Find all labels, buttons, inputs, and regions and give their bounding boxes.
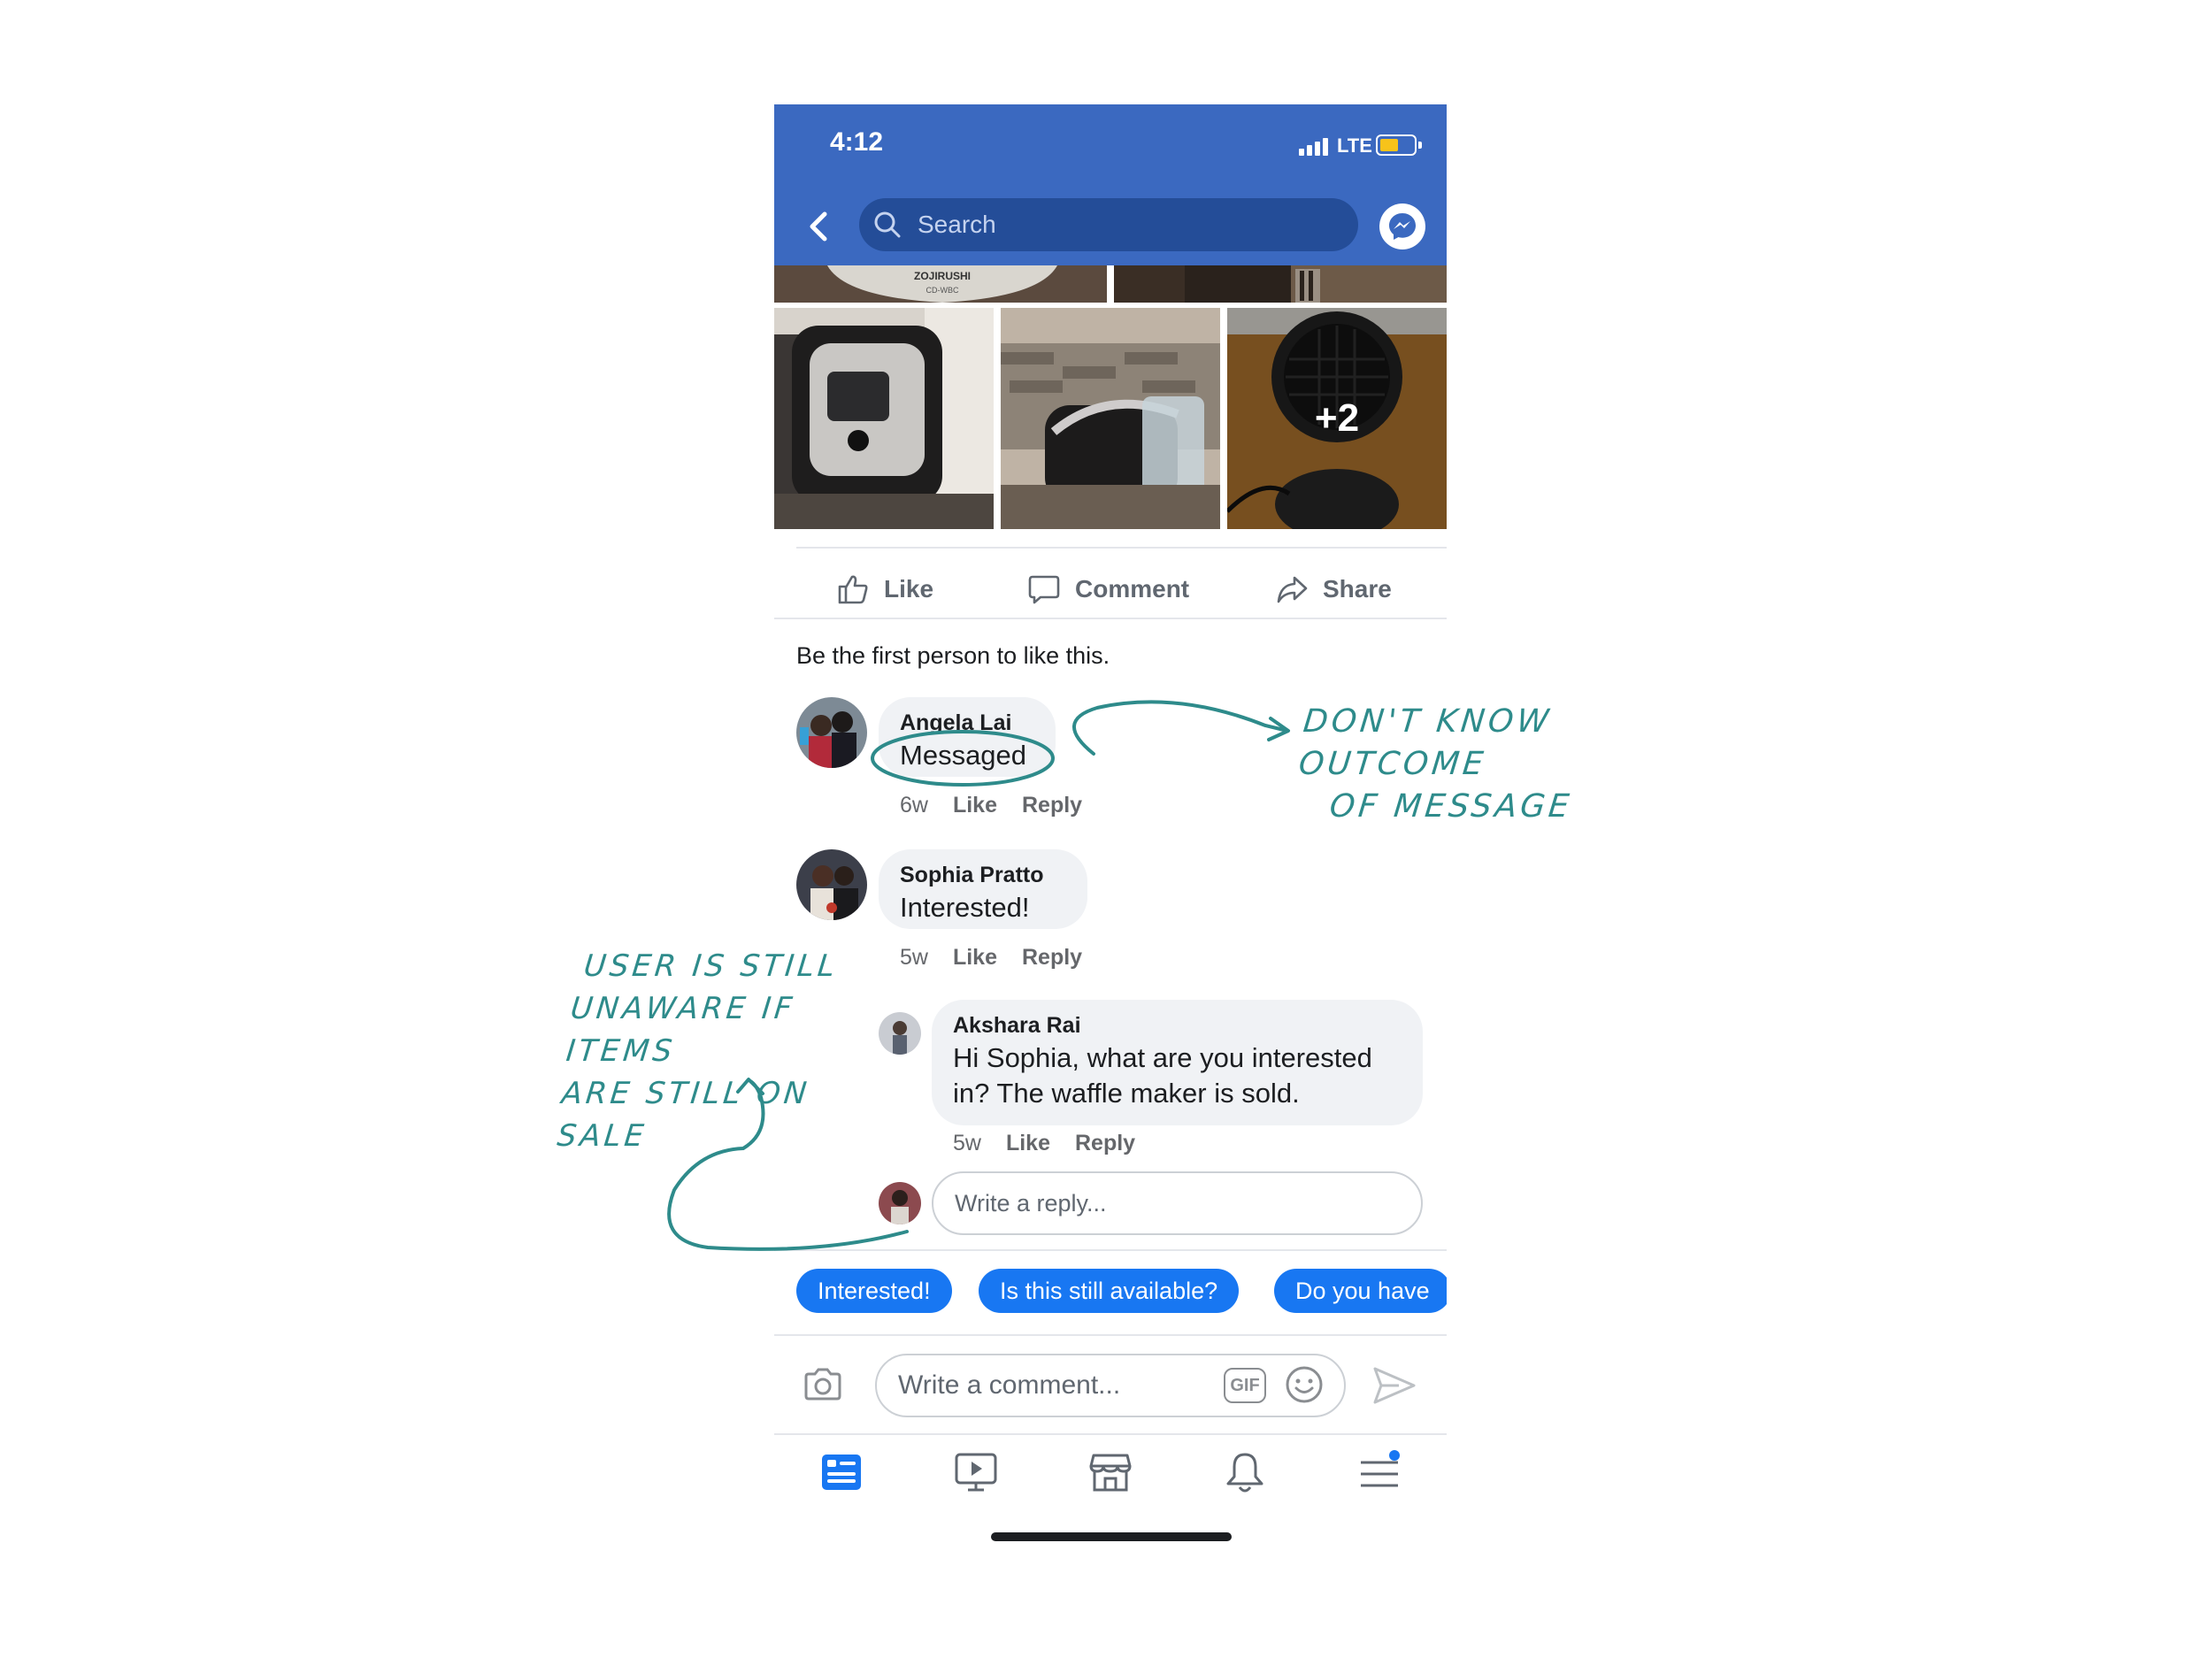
photo-top-right[interactable]	[1114, 265, 1447, 303]
photo-coffee-maker-front[interactable]	[774, 308, 994, 529]
divider-bottom	[774, 618, 1447, 619]
messenger-icon	[1389, 213, 1416, 240]
counter-photo	[1114, 265, 1447, 303]
battery-icon	[1376, 134, 1417, 156]
comment-bubble: Sophia Pratto Interested!	[879, 849, 1087, 929]
quick-reply-chip[interactable]: Do you have	[1274, 1269, 1447, 1313]
quick-replies: Interested! Is this still available? Do …	[796, 1269, 1447, 1315]
tab-bar	[774, 1435, 1447, 1524]
more-photos-count[interactable]: +2	[1227, 308, 1447, 529]
signal-icon	[1299, 138, 1331, 156]
comment-author[interactable]: Sophia Pratto	[900, 860, 1066, 890]
comment-field[interactable]: GIF	[875, 1354, 1346, 1417]
like-button[interactable]: Like	[836, 563, 933, 616]
gif-button[interactable]: GIF	[1224, 1368, 1266, 1403]
comment-meta: 5w Like Reply	[900, 945, 1082, 971]
tab-watch[interactable]	[949, 1446, 1002, 1499]
comment-time: 6w	[900, 793, 928, 817]
tab-menu[interactable]	[1353, 1446, 1406, 1499]
comment-button[interactable]: Comment	[1027, 563, 1189, 616]
comment-reply-link[interactable]: Reply	[1022, 945, 1082, 971]
current-user-avatar	[879, 1182, 921, 1224]
reply-time: 5w	[953, 1131, 981, 1155]
home-indicator	[991, 1532, 1232, 1541]
photo-coffee-maker-side[interactable]	[1001, 308, 1220, 529]
reply-input[interactable]	[933, 1173, 1421, 1233]
tab-news-feed[interactable]	[815, 1446, 868, 1499]
photo-top-left[interactable]: ZOJIRUSHI CD-WBC	[774, 265, 1107, 303]
kettle-photo: ZOJIRUSHI CD-WBC	[774, 265, 1107, 303]
like-label: Like	[884, 575, 934, 603]
coffee-maker-photo	[774, 308, 994, 529]
tab-notifications[interactable]	[1218, 1446, 1271, 1499]
comment-composer: GIF	[774, 1336, 1447, 1433]
annotation-top: DON'T KNOW OUTCOME OF MESSAGE	[1292, 701, 1712, 828]
divider-quick	[774, 1249, 1447, 1251]
comment-icon	[1028, 575, 1060, 604]
phone-screen: 4:12 LTE ZOJIRUSHI CD-WBC	[774, 104, 1447, 1555]
reply-reply-link[interactable]: Reply	[1075, 1131, 1135, 1156]
reply-field[interactable]	[932, 1171, 1423, 1235]
back-button[interactable]	[801, 209, 836, 244]
first-like-prompt: Be the first person to like this.	[796, 642, 1110, 669]
emoji-icon[interactable]	[1284, 1364, 1325, 1405]
share-label: Share	[1323, 575, 1392, 603]
annotation-line: OF MESSAGE	[1327, 788, 1575, 825]
comment-like-link[interactable]: Like	[953, 945, 997, 971]
status-time: 4:12	[830, 127, 884, 157]
notifications-icon	[1226, 1453, 1263, 1493]
thumbs-up-icon	[838, 575, 868, 604]
photo-waffle-maker[interactable]: +2	[1227, 308, 1447, 529]
camera-icon[interactable]	[801, 1362, 845, 1407]
reply-text: Hi Sophia, what are you interested in? T…	[953, 1042, 1372, 1109]
comment-reply-link[interactable]: Reply	[1022, 793, 1082, 818]
share-icon	[1277, 576, 1308, 603]
coffee-maker-side-photo	[1001, 308, 1220, 529]
quick-reply-chip[interactable]: Is this still available?	[979, 1269, 1240, 1313]
menu-icon	[1361, 1450, 1400, 1487]
quick-reply-chip[interactable]: Interested!	[796, 1269, 952, 1313]
send-icon[interactable]	[1372, 1366, 1417, 1405]
comment-input[interactable]	[877, 1355, 1213, 1416]
comment-text: Interested!	[900, 892, 1030, 923]
kettle-brand-text: ZOJIRUSHI	[914, 270, 971, 282]
comment-text: Messaged	[900, 740, 1027, 771]
status-bar: 4:12 LTE	[774, 104, 1447, 189]
chevron-left-icon	[810, 211, 827, 242]
comment-like-link[interactable]: Like	[953, 793, 997, 818]
messenger-button[interactable]	[1379, 203, 1425, 249]
news-feed-icon	[822, 1455, 861, 1490]
watch-icon	[955, 1453, 997, 1492]
reply-like-link[interactable]: Like	[1006, 1131, 1050, 1156]
reply-meta: 5w Like Reply	[953, 1131, 1135, 1156]
annotation-left: USER IS STILL UNAWARE IF ITEMS ARE STILL…	[555, 945, 913, 1157]
network-label: LTE	[1337, 134, 1372, 157]
comment-label: Comment	[1075, 575, 1190, 603]
comment-author[interactable]: Angela Lai	[900, 708, 1034, 738]
nav-bar	[774, 189, 1447, 265]
annotation-line: ARE STILL ON SALE	[555, 1076, 812, 1154]
share-button[interactable]: Share	[1275, 563, 1392, 616]
search-icon	[874, 211, 901, 238]
annotation-line: UNAWARE IF ITEMS	[564, 991, 797, 1069]
avatar-angela-lai[interactable]	[796, 697, 867, 768]
kettle-model-text: CD-WBC	[926, 286, 959, 295]
marketplace-icon	[1089, 1454, 1132, 1492]
reply-bubble: Akshara Rai Hi Sophia, what are you inte…	[932, 1000, 1423, 1125]
avatar-sophia-pratto[interactable]	[796, 849, 867, 920]
search-bar[interactable]	[859, 198, 1358, 251]
annotation-line: DON'T KNOW OUTCOME	[1296, 703, 1555, 782]
search-input[interactable]	[918, 198, 1342, 251]
reply-author[interactable]: Akshara Rai	[953, 1010, 1402, 1040]
comment-bubble: Angela Lai Messaged	[879, 697, 1056, 777]
comment-meta: 6w Like Reply	[900, 793, 1082, 818]
divider-top	[796, 547, 1447, 549]
annotation-line: USER IS STILL	[581, 948, 841, 984]
battery-tip	[1418, 142, 1422, 149]
tab-marketplace[interactable]	[1084, 1446, 1137, 1499]
